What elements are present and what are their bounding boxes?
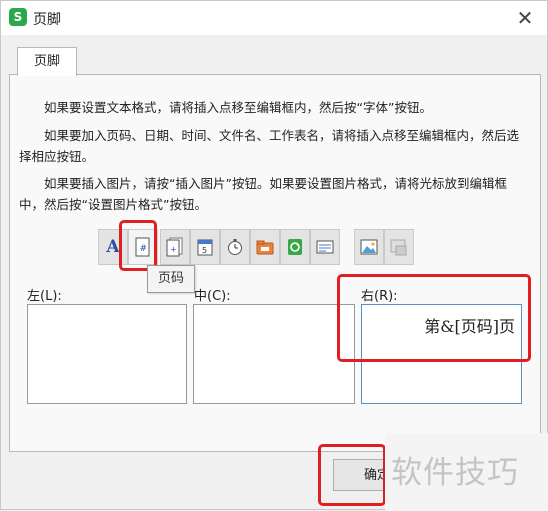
center-section-label: 中(C): — [194, 289, 231, 304]
svg-text:+: + — [170, 245, 177, 254]
wps-spreadsheet-icon: S — [9, 8, 27, 26]
instruction-text-fields: 如果要加入页码、日期、时间、文件名、工作表名，请将插入点移至编辑框内，然后选择相… — [19, 128, 520, 164]
file-name-button[interactable] — [280, 229, 310, 265]
instruction-text-font: 如果要设置文本格式，请将插入点移至编辑框内，然后按“字体”按钮。 — [44, 100, 432, 115]
clock-icon — [228, 239, 242, 255]
insert-picture-button[interactable] — [354, 229, 384, 265]
total-pages-icon: + — [166, 237, 183, 257]
footer-dialog: S 页脚 ✕ 页脚 如果要设置文本格式，请将插入点移至编辑框内，然后按“字体”按… — [0, 0, 548, 511]
folder-path-icon — [256, 240, 274, 255]
highlight-ok-button — [318, 444, 386, 506]
time-button[interactable] — [220, 229, 250, 265]
center-section-input[interactable] — [193, 304, 355, 404]
title-bar: S 页脚 ✕ — [1, 1, 547, 35]
close-button[interactable]: ✕ — [513, 6, 537, 30]
instruction-text-picture: 如果要插入图片，请按“插入图片”按钮。如果要设置图片格式，请将光标放到编辑框中，… — [19, 176, 507, 212]
highlight-page-number-button — [119, 220, 157, 271]
date-button[interactable]: 5 — [190, 229, 220, 265]
file-path-button[interactable] — [250, 229, 280, 265]
highlight-right-section — [337, 274, 531, 362]
calendar-icon: 5 — [197, 239, 213, 256]
watermark-text: 软件技巧 — [391, 455, 519, 491]
font-icon: A — [106, 237, 120, 257]
refresh-file-icon — [288, 239, 302, 255]
tab-footer[interactable]: 页脚 — [17, 47, 77, 76]
tooltip-page-number: 页码 — [147, 265, 195, 293]
left-section-input[interactable] — [27, 304, 187, 404]
format-picture-icon — [390, 239, 407, 256]
dialog-title: 页脚 — [33, 12, 61, 28]
svg-text:5: 5 — [202, 246, 207, 255]
format-picture-button[interactable] — [384, 229, 414, 265]
left-section-label: 左(L): — [27, 289, 62, 304]
sheet-tab-icon — [316, 240, 334, 254]
total-pages-button[interactable]: + — [160, 229, 190, 265]
picture-icon — [360, 239, 378, 255]
sheet-name-button[interactable] — [310, 229, 340, 265]
